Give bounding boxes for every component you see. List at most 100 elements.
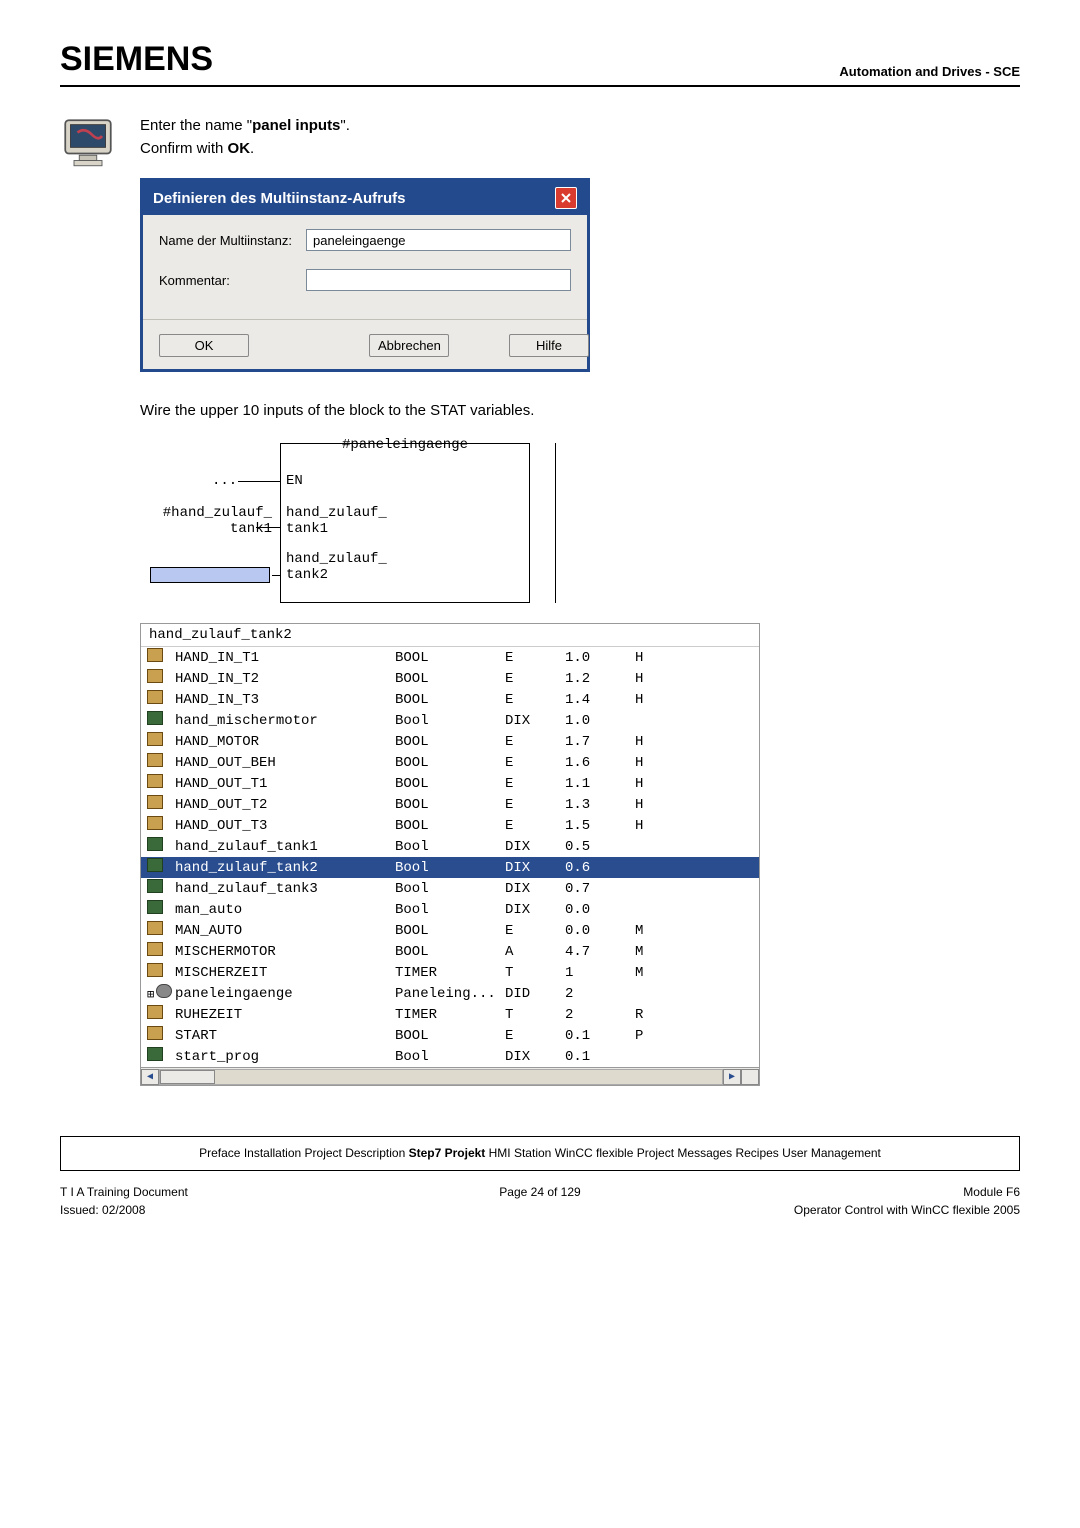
footer-right2: Operator Control with WinCC flexible 200… [700,1203,1020,1217]
variable-row[interactable]: HAND_OUT_T1BOOLE1.1H [141,773,759,794]
nav-item[interactable]: Installation [244,1146,301,1160]
fbd-input1-tag: #hand_zulauf_ tank1 [148,505,272,537]
nav-item[interactable]: User Management [782,1146,881,1160]
var-col-type: BOOL [395,650,505,666]
var-col-cls: E [505,650,565,666]
variable-row[interactable]: start_progBoolDIX0.1 [141,1046,759,1067]
local-var-icon [147,879,163,893]
global-var-icon [147,648,163,662]
var-col-cls: E [505,692,565,708]
var-col-cls: E [505,818,565,834]
var-col-type: BOOL [395,692,505,708]
siemens-logo: SIEMENS [60,40,213,79]
variable-row[interactable]: MISCHERMOTORBOOLA4.7M [141,941,759,962]
variable-list[interactable]: HAND_IN_T1BOOLE1.0HHAND_IN_T2BOOLE1.2HHA… [141,647,759,1067]
var-col-cls: DIX [505,902,565,918]
horizontal-scrollbar[interactable]: ◀ ▶ [141,1067,759,1085]
var-col-addr: 1.2 [565,671,635,687]
var-col-addr: 0.1 [565,1049,635,1065]
variable-row[interactable]: man_autoBoolDIX0.0 [141,899,759,920]
fbd-input2-tag-box[interactable] [150,567,270,583]
var-col-addr: 1.0 [565,650,635,666]
var-col-name: hand_zulauf_tank1 [175,839,395,855]
global-var-icon [147,963,163,977]
expand-icon[interactable]: ⊞ [147,988,154,1002]
var-col-cls: E [505,671,565,687]
var-col-cls: DIX [505,713,565,729]
nav-item[interactable]: Messages [677,1146,732,1160]
variable-row[interactable]: hand_zulauf_tank2BoolDIX0.6 [141,857,759,878]
var-col-name: MISCHERMOTOR [175,944,395,960]
instruction-1: Enter the name "panel inputs". Confirm w… [140,115,1020,160]
footer-left2: Issued: 02/2008 [60,1203,380,1217]
variable-row[interactable]: hand_zulauf_tank3BoolDIX0.7 [141,878,759,899]
variable-row[interactable]: ⊞paneleingaengePaneleing...DID2 [141,983,759,1004]
var-col-cls: E [505,923,565,939]
variable-row[interactable]: STARTBOOLE0.1P [141,1025,759,1046]
variable-row[interactable]: MISCHERZEITTIMERT1M [141,962,759,983]
global-var-icon [147,1005,163,1019]
var-col-cls: E [505,776,565,792]
nav-item[interactable]: Step7 Projekt [409,1146,486,1160]
variable-filter-text: hand_zulauf_tank2 [141,624,759,647]
scroll-left-icon[interactable]: ◀ [141,1069,159,1085]
var-col-addr: 4.7 [565,944,635,960]
variable-row[interactable]: hand_zulauf_tank1BoolDIX0.5 [141,836,759,857]
var-col-type: Bool [395,860,505,876]
scroll-right-icon[interactable]: ▶ [723,1069,741,1085]
var-col-addr: 0.7 [565,881,635,897]
help-button[interactable]: Hilfe [509,334,589,357]
var-col-addr: 1.1 [565,776,635,792]
local-var-icon [147,900,163,914]
fbd-block-diagram: #paneleingaenge ... EN #hand_zulauf_ tan… [140,433,1020,623]
variable-row[interactable]: HAND_IN_T1BOOLE1.0H [141,647,759,668]
global-var-icon [147,816,163,830]
variable-row[interactable]: HAND_IN_T2BOOLE1.2H [141,668,759,689]
name-input[interactable] [306,229,571,251]
var-col-name: hand_zulauf_tank2 [175,860,395,876]
var-col-type: BOOL [395,671,505,687]
global-var-icon [147,774,163,788]
nav-item[interactable]: Project Description [305,1146,406,1160]
global-var-icon [147,669,163,683]
var-col-c: H [635,650,675,666]
var-col-addr: 0.6 [565,860,635,876]
var-col-cls: A [505,944,565,960]
var-col-cls: T [505,965,565,981]
nav-item[interactable]: WinCC flexible Project [555,1146,674,1160]
comment-input[interactable] [306,269,571,291]
global-var-icon [147,732,163,746]
variable-row[interactable]: HAND_OUT_T2BOOLE1.3H [141,794,759,815]
var-col-addr: 1.6 [565,755,635,771]
struct-var-icon [156,984,172,998]
variable-row[interactable]: HAND_OUT_BEHBOOLE1.6H [141,752,759,773]
variable-row[interactable]: hand_mischermotorBoolDIX1.0 [141,710,759,731]
variable-row[interactable]: HAND_OUT_T3BOOLE1.5H [141,815,759,836]
nav-item[interactable]: HMI Station [489,1146,552,1160]
var-col-name: RUHEZEIT [175,1007,395,1023]
variable-row[interactable]: RUHEZEITTIMERT2R [141,1004,759,1025]
variable-row[interactable]: HAND_IN_T3BOOLE1.4H [141,689,759,710]
var-col-type: BOOL [395,797,505,813]
ok-button[interactable]: OK [159,334,249,357]
variable-row[interactable]: HAND_MOTORBOOLE1.7H [141,731,759,752]
instruction-2: Wire the upper 10 inputs of the block to… [140,402,1020,419]
var-col-c: P [635,1028,675,1044]
footer-page: Page 24 of 129 [380,1185,700,1199]
var-col-addr: 1.3 [565,797,635,813]
var-col-c: H [635,797,675,813]
close-button[interactable] [555,187,577,209]
var-col-name: paneleingaenge [175,986,395,1002]
var-col-name: hand_zulauf_tank3 [175,881,395,897]
var-col-type: Paneleing... [395,986,505,1002]
var-col-name: hand_mischermotor [175,713,395,729]
var-col-addr: 0.0 [565,923,635,939]
cancel-button[interactable]: Abbrechen [369,334,449,357]
var-col-c: H [635,755,675,771]
resize-grip-icon [741,1069,759,1085]
variable-row[interactable]: MAN_AUTOBOOLE0.0M [141,920,759,941]
var-col-name: HAND_OUT_BEH [175,755,395,771]
nav-item[interactable]: Recipes [735,1146,778,1160]
nav-item[interactable]: Preface [199,1146,240,1160]
var-col-c: H [635,776,675,792]
